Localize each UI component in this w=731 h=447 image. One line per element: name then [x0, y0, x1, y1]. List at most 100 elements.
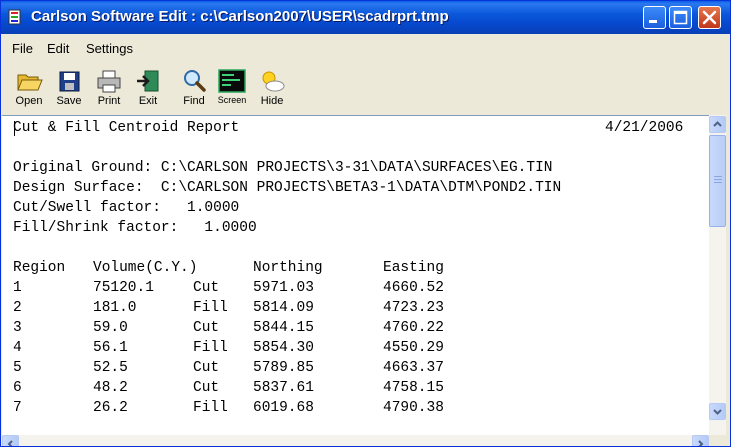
table-header: Region Volume(C.Y.) Northing Easting: [13, 258, 683, 278]
row-region: 5: [13, 360, 22, 376]
thumb-grip: [714, 176, 722, 177]
scroll-thumb[interactable]: [709, 135, 726, 227]
row-region: 6: [13, 380, 22, 396]
chevron-left-icon: [7, 440, 13, 446]
text-caret: [14, 121, 15, 136]
row-type: Cut: [193, 380, 220, 396]
row-type: Fill: [193, 340, 228, 356]
find-label: Find: [183, 95, 205, 107]
hide-label: Hide: [260, 95, 284, 107]
menu-edit[interactable]: Edit: [47, 41, 69, 56]
row-northing: 5789.85: [253, 360, 314, 376]
toolbar: Open Save Print Exit Find Screen Hide: [1, 62, 730, 114]
row-region: 1: [13, 280, 22, 296]
editor-window: Carlson Software Edit : c:\Carlson2007\U…: [0, 0, 731, 447]
magnifier-icon: [184, 70, 206, 92]
row-easting: 4660.52: [383, 280, 444, 296]
thumb-grip: [714, 179, 722, 180]
row-easting: 4723.23: [383, 300, 444, 316]
row-volume: 26.2: [93, 400, 128, 416]
row-easting: 4790.38: [383, 400, 444, 416]
save-label: Save: [56, 95, 82, 107]
exit-button[interactable]: Exit: [132, 68, 164, 112]
table-row: 7 26.2 Fill 6019.68 4790.38: [13, 398, 683, 418]
close-icon: [702, 10, 717, 25]
floppy-disk-icon: [59, 71, 80, 92]
menu-file[interactable]: File: [12, 41, 33, 56]
table-row: 4 56.1 Fill 5854.30 4550.29: [13, 338, 683, 358]
print-button[interactable]: Print: [92, 68, 126, 112]
report-date: 4/21/2006: [605, 120, 684, 136]
table-row: 6 48.2 Cut 5837.61 4758.15: [13, 378, 683, 398]
original-ground-line: Original Ground: C:\CARLSON PROJECTS\3-3…: [13, 160, 553, 176]
header-volume: Volume(C.Y.): [93, 260, 198, 276]
row-type: Cut: [193, 360, 220, 376]
menu-settings[interactable]: Settings: [86, 41, 133, 56]
table-row: 3 59.0 Cut 5844.15 4760.22: [13, 318, 683, 338]
row-volume: 181.0: [93, 300, 137, 316]
sun-cloud-icon: [262, 71, 285, 92]
row-volume: 75120.1: [93, 280, 154, 296]
scroll-left-button[interactable]: [2, 435, 19, 446]
row-northing: 5854.30: [253, 340, 314, 356]
header-easting: Easting: [383, 260, 444, 276]
exit-door-icon: [137, 70, 159, 92]
find-button[interactable]: Find: [178, 68, 210, 112]
folder-open-icon: [17, 74, 43, 91]
minimize-icon: [649, 20, 657, 23]
thumb-grip: [714, 182, 722, 183]
vertical-scrollbar[interactable]: [709, 115, 726, 435]
row-northing: 6019.68: [253, 400, 314, 416]
scroll-down-button[interactable]: [709, 403, 726, 420]
row-type: Cut: [193, 320, 220, 336]
row-easting: 4760.22: [383, 320, 444, 336]
scroll-right-button[interactable]: [692, 435, 709, 446]
row-volume: 52.5: [93, 360, 128, 376]
close-button[interactable]: [698, 6, 721, 29]
app-icon: [8, 9, 21, 25]
row-volume: 59.0: [93, 320, 128, 336]
terminal-screen-icon: [218, 69, 246, 93]
print-label: Print: [97, 95, 121, 107]
row-northing: 5844.15: [253, 320, 314, 336]
row-region: 3: [13, 320, 22, 336]
horizontal-scrollbar[interactable]: [2, 435, 709, 446]
screen-button[interactable]: Screen: [214, 68, 250, 112]
title-bar[interactable]: Carlson Software Edit : c:\Carlson2007\U…: [1, 1, 730, 34]
table-row: 1 75120.1 Cut 5971.03 4660.52: [13, 278, 683, 298]
design-surface-line: Design Surface: C:\CARLSON PROJECTS\BETA…: [13, 180, 562, 196]
row-easting: 4758.15: [383, 380, 444, 396]
hide-button[interactable]: Hide: [256, 68, 288, 112]
row-type: Fill: [193, 400, 228, 416]
window-title: Carlson Software Edit : c:\Carlson2007\U…: [31, 8, 449, 25]
report-title-line: Cut & Fill Centroid Report 4/21/2006: [13, 118, 683, 138]
chevron-down-icon: [713, 409, 722, 415]
text-editor[interactable]: Cut & Fill Centroid Report 4/21/2006 Origi…: [2, 115, 709, 436]
row-region: 7: [13, 400, 22, 416]
maximize-button[interactable]: [669, 6, 692, 29]
report-text: Cut & Fill Centroid Report 4/21/2006 Origi…: [13, 118, 683, 418]
menu-bar: File Edit Settings: [1, 34, 730, 62]
header-northing: Northing: [253, 260, 323, 276]
report-title: Cut & Fill Centroid Report: [13, 120, 240, 136]
printer-icon: [97, 70, 121, 93]
header-region: Region: [13, 260, 66, 276]
table-row: 2 181.0 Fill 5814.09 4723.23: [13, 298, 683, 318]
open-button[interactable]: Open: [11, 68, 47, 112]
row-northing: 5971.03: [253, 280, 314, 296]
row-northing: 5837.61: [253, 380, 314, 396]
save-button[interactable]: Save: [53, 68, 85, 112]
row-easting: 4550.29: [383, 340, 444, 356]
row-region: 2: [13, 300, 22, 316]
row-volume: 48.2: [93, 380, 128, 396]
screen-label: Screen: [217, 95, 247, 105]
scrollbar-corner: [709, 435, 726, 446]
row-easting: 4663.37: [383, 360, 444, 376]
minimize-button[interactable]: [643, 6, 666, 29]
chevron-up-icon: [713, 121, 722, 127]
scroll-up-button[interactable]: [709, 116, 726, 133]
maximize-icon: [673, 10, 688, 25]
cut-swell-line: Cut/Swell factor: 1.0000: [13, 200, 240, 216]
